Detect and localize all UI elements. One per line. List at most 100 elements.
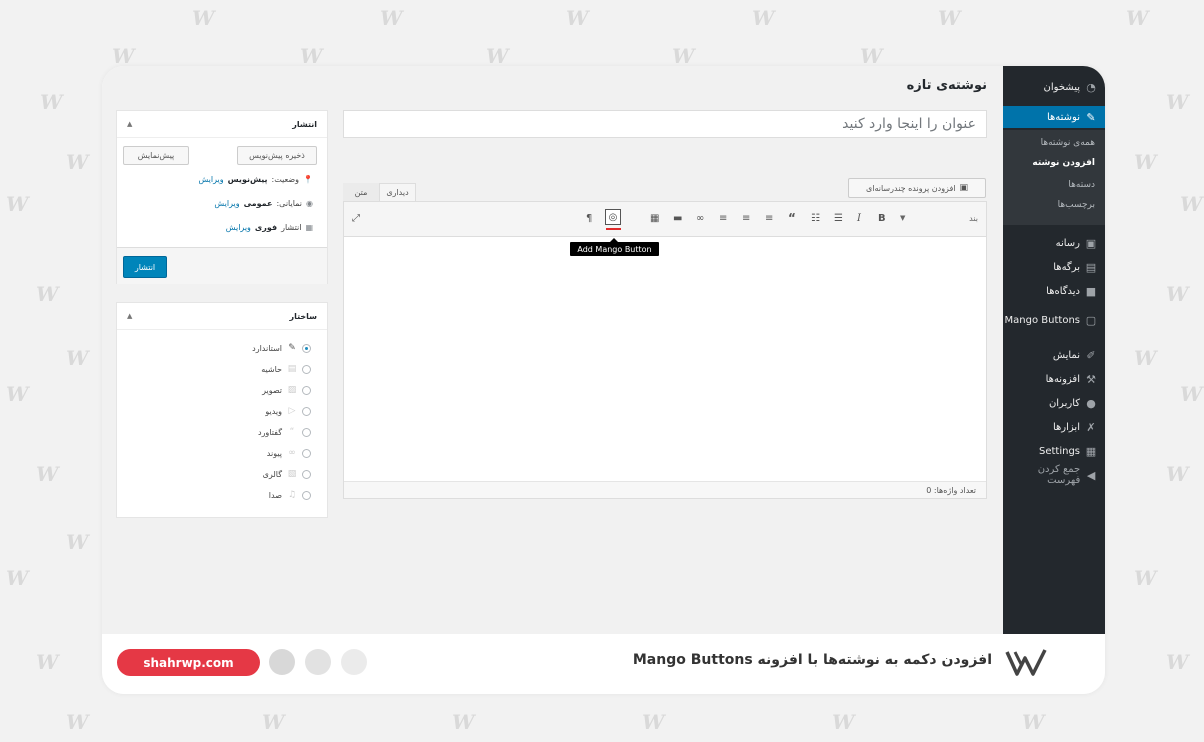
format-option-aside[interactable]: ▤ حاشیه [261, 362, 311, 376]
edit-visibility-link[interactable]: ویرایش [214, 199, 239, 208]
radio[interactable] [302, 406, 311, 416]
menu-collapse[interactable]: ◀ جمع کردن فهرست [1003, 464, 1105, 486]
publish-button[interactable]: انتشار [123, 256, 167, 278]
decorative-dot [341, 649, 367, 675]
watermark-logo: W [6, 566, 29, 590]
radio-selected[interactable] [302, 343, 311, 353]
tab-text[interactable]: متن [343, 183, 379, 201]
fullscreen-icon[interactable]: ⤢ [352, 210, 360, 226]
comment-icon: ■ [1085, 284, 1097, 298]
wp-admin-screen: ◔ پیشخوان ✎ نوشته‌ها همه‌ی نوشته‌ها افزودن… [102, 66, 1105, 634]
mango-button-icon[interactable]: ◎ [605, 209, 621, 225]
bold-icon[interactable]: B [878, 210, 886, 226]
edit-schedule-link[interactable]: ویرایش [226, 223, 251, 232]
format-box-header[interactable]: ساختار ▲ [117, 303, 327, 330]
active-menu-arrow [997, 111, 1003, 123]
menu-item-pages[interactable]: ▤ برگه‌ها [1003, 256, 1105, 278]
format-option-gallery[interactable]: ▧ گالری [263, 467, 311, 481]
calendar-icon: ▦ [305, 223, 313, 232]
paragraph-icon[interactable]: ¶ [586, 210, 592, 226]
link-icon[interactable]: ∞ [696, 210, 704, 226]
radio[interactable] [302, 490, 311, 500]
menu-item-settings[interactable]: ▦ Settings [1003, 440, 1105, 462]
watermark-logo: W [832, 710, 855, 734]
radio[interactable] [302, 364, 311, 374]
watermark-logo: W [66, 150, 89, 174]
menu-item-posts[interactable]: ✎ نوشته‌ها [997, 106, 1105, 128]
blockquote-icon[interactable]: “ [788, 210, 796, 226]
menu-item-mango-buttons[interactable]: ▢ Mango Buttons [1003, 309, 1105, 331]
eye-icon: ◉ [306, 199, 313, 208]
format-option-audio[interactable]: ♫ صدا [269, 488, 311, 502]
format-option-image[interactable]: ▨ تصویر [262, 383, 311, 397]
bullet-list-icon[interactable]: ☰ [834, 210, 843, 226]
align-right-icon[interactable]: ≡ [719, 210, 727, 226]
add-media-button[interactable]: ▣ افزودن پرونده چندرسانه‌ای [848, 178, 986, 198]
media-icon: ▣ [1085, 236, 1097, 250]
post-title-input[interactable]: عنوان را اینجا وارد کنید [343, 110, 987, 138]
chevron-up-icon[interactable]: ▲ [127, 120, 132, 128]
format-option-video[interactable]: ▷ ویدیو [265, 404, 311, 418]
more-icon[interactable]: ▬ [673, 210, 682, 226]
submenu-categories[interactable]: دسته‌ها [1068, 180, 1095, 190]
decorative-dot [269, 649, 295, 675]
menu-item-plugins[interactable]: ⚒ افزونه‌ها [1003, 368, 1105, 390]
pin-icon: 📍 [303, 175, 313, 184]
watermark-logo: W [262, 710, 285, 734]
dashboard-icon: ◔ [1086, 80, 1096, 94]
save-draft-button[interactable]: ذخیره پیش‌نویس [237, 146, 317, 165]
radio[interactable] [302, 385, 311, 395]
watermark-logo: W [486, 44, 509, 68]
menu-item-dashboard[interactable]: ◔ پیشخوان [1003, 76, 1105, 98]
preview-button[interactable]: پیش‌نمایش [123, 146, 189, 165]
submenu-tags[interactable]: برچسب‌ها [1058, 200, 1095, 210]
menu-item-media[interactable]: ▣ رسانه [1003, 232, 1105, 254]
watermark-logo: W [1180, 192, 1203, 216]
watermark-logo: W [36, 282, 59, 306]
chevron-up-icon[interactable]: ▲ [127, 312, 132, 320]
watermark-logo: W [112, 44, 135, 68]
format-option-standard[interactable]: ✎ استاندارد [252, 341, 311, 355]
publish-actions: انتشار [117, 247, 327, 284]
chevron-down-icon: ▼ [900, 214, 906, 222]
format-option-link[interactable]: ∞ پیوند [267, 446, 311, 460]
radio[interactable] [302, 448, 311, 458]
watermark-logo: W [452, 710, 475, 734]
align-center-icon[interactable]: ≡ [742, 210, 750, 226]
admin-menu: ◔ پیشخوان ✎ نوشته‌ها همه‌ی نوشته‌ها افزودن… [997, 66, 1105, 634]
tab-visual[interactable]: دیداری [379, 183, 416, 201]
edit-status-link[interactable]: ویرایش [198, 175, 223, 184]
mango-button-tooltip: Add Mango Button [570, 242, 659, 256]
menu-item-users[interactable]: ● کاربران [1003, 392, 1105, 414]
format-box: ساختار ▲ ✎ استاندارد ▤ حاشیه ▨ تصویر ▷ ویدیو… [116, 302, 328, 518]
publish-box-header[interactable]: انتشار ▲ [117, 111, 327, 138]
menu-item-appearance[interactable]: ✐ نمایش [1003, 344, 1105, 366]
posts-submenu: همه‌ی نوشته‌ها افزودن نوشته دسته‌ها برچس… [1003, 130, 1105, 225]
keyboard-icon[interactable]: ▦ [650, 210, 659, 226]
watermark-logo: W [66, 530, 89, 554]
image-icon: ▨ [287, 385, 297, 395]
pin-icon: ✎ [288, 343, 296, 353]
italic-icon[interactable]: I [857, 210, 861, 226]
site-link[interactable]: shahrwp.com [117, 649, 260, 676]
quote-icon: “ [289, 427, 295, 437]
numbered-list-icon[interactable]: ☷ [811, 210, 820, 226]
radio[interactable] [302, 469, 311, 479]
appearance-icon: ✐ [1086, 348, 1096, 362]
menu-item-comments[interactable]: ■ دیدگاه‌ها [1003, 280, 1105, 302]
watermark-logo: W [752, 6, 775, 30]
align-left-icon[interactable]: ≡ [765, 210, 773, 226]
watermark-logo: W [36, 650, 59, 674]
menu-item-tools[interactable]: ✗ ابزارها [1003, 416, 1105, 438]
submenu-add-new[interactable]: افزودن نوشته [1032, 158, 1095, 168]
watermark-logo: W [1126, 6, 1149, 30]
format-select[interactable]: بند ▼ [900, 210, 978, 226]
publish-box: انتشار ▲ ذخیره پیش‌نویس پیش‌نمایش 📍 وضعی… [116, 110, 328, 284]
watermark-logo: W [1166, 650, 1189, 674]
page-icon: ▤ [1085, 260, 1097, 274]
tools-icon: ✗ [1086, 420, 1096, 434]
pin-icon: ✎ [1086, 110, 1096, 124]
submenu-all-posts[interactable]: همه‌ی نوشته‌ها [1041, 138, 1095, 148]
radio[interactable] [302, 427, 311, 437]
format-option-quote[interactable]: “گفتاورد [258, 425, 311, 439]
